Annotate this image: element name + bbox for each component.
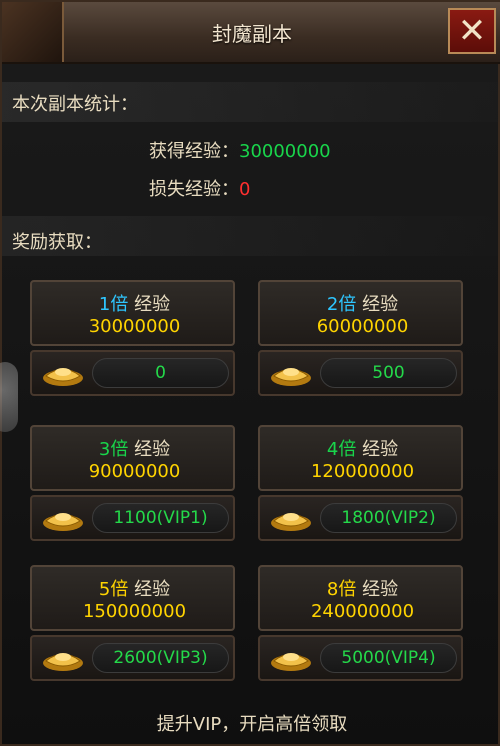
reward-title: 2倍 经验 [260,290,465,316]
reward-multiplier: 3倍 [98,439,129,460]
gold-ingot-icon [43,513,83,531]
reward-option-4[interactable]: 4倍 经验 120000000 1800(VIP2) [258,425,463,541]
reward-exp-value: 240000000 [310,601,415,622]
reward-exp-word: 经验 [362,579,399,600]
loss-exp-value: 0 [239,179,251,200]
reward-cost-box[interactable]: 2600(VIP3) [30,635,235,681]
title-bar: 封魔副本 ✕ [2,2,500,64]
gain-exp-line: 获得经验：30000000 [149,137,331,163]
reward-cost-box[interactable]: 1100(VIP1) [30,495,235,541]
side-scroll-knob [0,362,18,432]
reward-exp-value: 90000000 [88,461,181,482]
reward-title: 3倍 经验 [32,435,237,461]
reward-exp-word: 经验 [134,294,171,315]
reward-cost-value: 1800(VIP2) [320,503,457,533]
reward-option-5[interactable]: 5倍 经验 150000000 2600(VIP3) [30,565,235,681]
dungeon-reward-panel: 封魔副本 ✕ 本次副本统计： 获得经验：30000000 损失经验：0 奖励获取… [0,0,500,746]
gain-exp-value: 30000000 [239,141,331,162]
gold-ingot-icon [43,368,83,386]
reward-cost-box[interactable]: 0 [30,350,235,396]
reward-option-6[interactable]: 8倍 经验 240000000 5000(VIP4) [258,565,463,681]
reward-cost-value: 500 [320,358,457,388]
reward-cost-value: 1100(VIP1) [92,503,229,533]
reward-multiplier: 8倍 [326,579,357,600]
reward-exp-value: 150000000 [82,601,187,622]
reward-exp-box: 2倍 经验 60000000 [258,280,463,346]
reward-cost-value: 2600(VIP3) [92,643,229,673]
reward-title: 5倍 经验 [32,575,237,601]
reward-exp-value: 120000000 [310,461,415,482]
reward-option-3[interactable]: 3倍 经验 90000000 1100(VIP1) [30,425,235,541]
reward-title: 8倍 经验 [260,575,465,601]
reward-exp-box: 3倍 经验 90000000 [30,425,235,491]
reward-exp-word: 经验 [362,294,399,315]
reward-title: 4倍 经验 [260,435,465,461]
gain-exp-label: 获得经验： [149,141,239,162]
reward-exp-word: 经验 [134,439,171,460]
stats-label: 本次副本统计： [12,94,138,115]
window-title: 封魔副本 [212,22,292,46]
reward-exp-value: 60000000 [316,316,409,337]
close-button[interactable]: ✕ [448,8,496,54]
reward-multiplier: 1倍 [98,294,129,315]
vip-hint: 提升VIP，开启高倍领取 [156,714,348,735]
close-icon: ✕ [457,11,487,51]
reward-exp-word: 经验 [134,579,171,600]
reward-title: 1倍 经验 [32,290,237,316]
reward-option-2[interactable]: 2倍 经验 60000000 500 [258,280,463,396]
loss-exp-line: 损失经验：0 [149,175,250,201]
reward-exp-box: 1倍 经验 30000000 [30,280,235,346]
reward-exp-box: 4倍 经验 120000000 [258,425,463,491]
reward-cost-box[interactable]: 1800(VIP2) [258,495,463,541]
reward-cost-value: 5000(VIP4) [320,643,457,673]
reward-exp-box: 8倍 经验 240000000 [258,565,463,631]
reward-multiplier: 2倍 [326,294,357,315]
reward-cost-value: 0 [92,358,229,388]
reward-exp-word: 经验 [362,439,399,460]
gold-ingot-icon [271,368,311,386]
rewards-label: 奖励获取： [12,232,102,253]
reward-option-1[interactable]: 1倍 经验 30000000 0 [30,280,235,396]
reward-exp-value: 30000000 [88,316,181,337]
reward-cost-box[interactable]: 5000(VIP4) [258,635,463,681]
reward-exp-box: 5倍 经验 150000000 [30,565,235,631]
gold-ingot-icon [271,513,311,531]
gold-ingot-icon [43,653,83,671]
gold-ingot-icon [271,653,311,671]
reward-cost-box[interactable]: 500 [258,350,463,396]
loss-exp-label: 损失经验： [149,179,239,200]
corner-ornament [2,2,64,62]
reward-multiplier: 4倍 [326,439,357,460]
reward-multiplier: 5倍 [98,579,129,600]
